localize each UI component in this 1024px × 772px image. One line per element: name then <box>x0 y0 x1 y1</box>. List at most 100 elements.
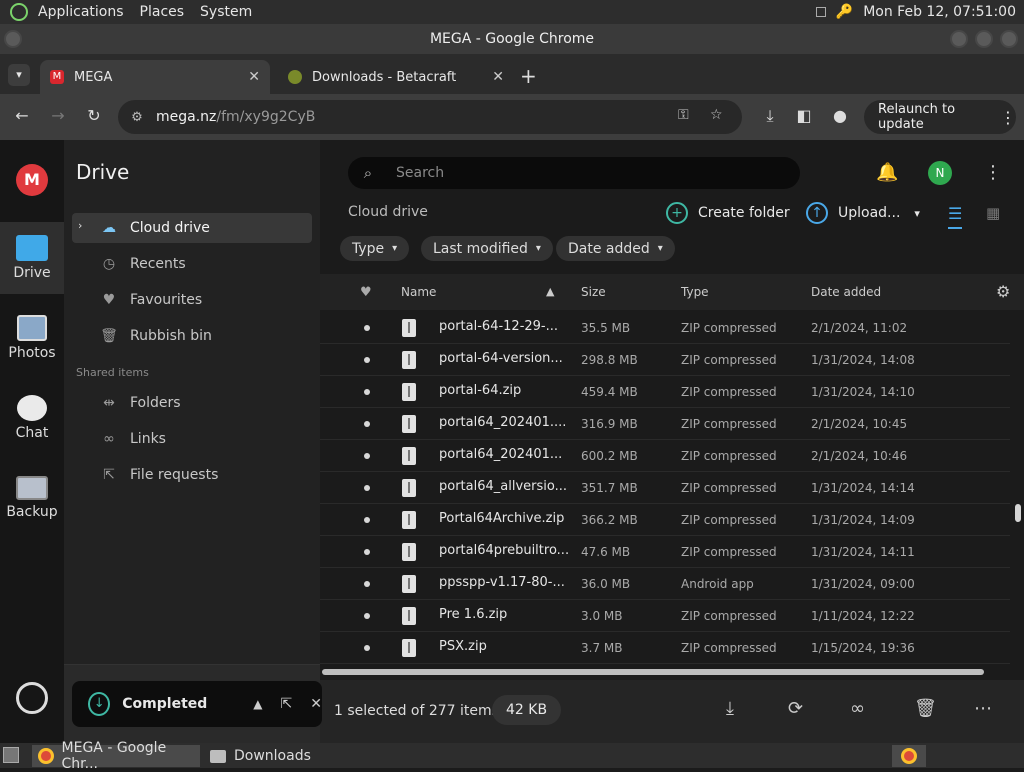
column-size[interactable]: Size <box>581 285 606 299</box>
show-desktop-icon[interactable] <box>3 747 19 763</box>
downloads-icon[interactable]: ⤓ <box>756 106 784 126</box>
favourite-dot-icon[interactable] <box>364 613 370 619</box>
table-row[interactable]: PSX.zip 3.7 MB ZIP compressed 1/15/2024, 19… <box>320 632 1010 664</box>
side-panel-icon[interactable]: ◧ <box>790 106 818 125</box>
places-menu[interactable]: Places <box>140 4 185 20</box>
favourite-dot-icon[interactable] <box>364 421 370 427</box>
workspace-switcher[interactable] <box>892 745 926 767</box>
close-toast-icon[interactable]: ✕ <box>310 696 322 712</box>
taskbar-item-chrome[interactable]: MEGA - Google Chr... <box>32 740 200 772</box>
rail-photos[interactable]: Photos <box>0 302 64 374</box>
workspace-icon[interactable] <box>815 7 826 17</box>
table-row[interactable]: portal64_202401.... 316.9 MB ZIP compresse… <box>320 408 1010 440</box>
favourite-dot-icon[interactable] <box>364 389 370 395</box>
table-row[interactable]: Pre 1.6.zip 3.0 MB ZIP compressed 1/11/2024… <box>320 600 1010 632</box>
favourite-dot-icon[interactable] <box>364 549 370 555</box>
avatar[interactable]: N <box>928 161 952 185</box>
sidebar-item-favourites[interactable]: ♥ Favourites <box>72 285 312 315</box>
favourite-dot-icon[interactable] <box>364 325 370 331</box>
sidebar-item-links[interactable]: ∞ Links <box>72 424 312 454</box>
bell-icon[interactable]: 🔔 <box>876 162 898 183</box>
tab-close-icon[interactable]: ✕ <box>492 69 504 85</box>
share-folder-icon[interactable]: ⟳ <box>788 698 803 719</box>
rail-chat[interactable]: Chat <box>0 382 64 454</box>
site-settings-icon[interactable]: ⚙ <box>118 110 156 125</box>
table-row[interactable]: portal64_allversio... 351.7 MB ZIP compres… <box>320 472 1010 504</box>
applications-menu[interactable]: Applications <box>38 4 124 20</box>
favourite-dot-icon[interactable] <box>364 485 370 491</box>
password-key-icon[interactable]: ⚿ <box>678 107 689 123</box>
system-menu[interactable]: System <box>200 4 252 20</box>
vertical-scrollbar[interactable] <box>1014 312 1021 670</box>
scrollbar-thumb[interactable] <box>1015 504 1021 522</box>
favourite-dot-icon[interactable] <box>364 453 370 459</box>
filter-type[interactable]: Type ▾ <box>340 236 410 261</box>
search-bar[interactable]: ⌕ Search <box>348 157 800 189</box>
reload-icon[interactable]: ↻ <box>80 106 108 125</box>
column-name[interactable]: Name <box>401 285 436 299</box>
horizontal-scrollbar[interactable] <box>322 669 984 675</box>
column-type[interactable]: Type <box>681 285 709 299</box>
upload-button[interactable]: ↑ Upload... ▾ <box>806 202 920 224</box>
favourite-dot-icon[interactable] <box>364 645 370 651</box>
close-window-button[interactable] <box>1000 30 1018 48</box>
more-actions-icon[interactable]: ⋯ <box>974 698 992 719</box>
link-icon[interactable]: ∞ <box>850 698 865 719</box>
favourite-dot-icon[interactable] <box>364 517 370 523</box>
tab-mega[interactable]: M MEGA ✕ <box>40 60 270 94</box>
window-menu-button[interactable] <box>4 30 22 48</box>
favourite-dot-icon[interactable] <box>364 357 370 363</box>
sidebar-item-cloud-drive[interactable]: › ☁ Cloud drive <box>72 213 312 243</box>
table-row[interactable]: portal-64-version... 298.8 MB ZIP compress… <box>320 344 1010 376</box>
breadcrumb[interactable]: Cloud drive <box>348 204 428 220</box>
tab-search-chevron-icon[interactable]: ▾ <box>8 64 30 86</box>
grid-view-icon[interactable]: ▦ <box>986 204 1000 222</box>
mega-logo-icon[interactable]: M <box>16 164 48 196</box>
column-date-added[interactable]: Date added <box>811 285 881 299</box>
chevron-down-icon[interactable]: ▾ <box>914 207 920 220</box>
create-folder-button[interactable]: + Create folder <box>666 202 790 224</box>
favourite-column-heart-icon[interactable]: ♥ <box>360 285 372 300</box>
table-row[interactable]: portal-64.zip 459.4 MB ZIP compressed 1/31/… <box>320 376 1010 408</box>
sidebar-item-folders[interactable]: ⇹ Folders <box>72 388 312 418</box>
key-icon[interactable]: 🔑 <box>836 4 853 20</box>
open-transfers-icon[interactable]: ⇱ <box>281 696 293 712</box>
clock[interactable]: Mon Feb 12, 07:51:00 <box>863 4 1016 20</box>
tab-close-icon[interactable]: ✕ <box>248 69 260 85</box>
back-icon[interactable]: ← <box>8 106 36 125</box>
table-row[interactable]: portal64prebuiltro... 47.6 MB ZIP compress… <box>320 536 1010 568</box>
profile-icon[interactable]: ● <box>826 106 854 125</box>
download-icon[interactable]: ⤓ <box>726 698 734 719</box>
taskbar-item-downloads[interactable]: Downloads <box>204 745 364 767</box>
chevron-up-icon[interactable]: ▲ <box>253 697 262 711</box>
search-input[interactable]: Search <box>396 165 444 181</box>
more-options-icon[interactable]: ⋮ <box>984 162 1002 183</box>
table-row[interactable]: ppsspp-v1.17-80-... 36.0 MB Android app 1/3… <box>320 568 1010 600</box>
filter-last-modified[interactable]: Last modified ▾ <box>421 236 553 261</box>
transfer-manager-icon[interactable] <box>16 682 48 714</box>
new-tab-button[interactable]: + <box>520 64 537 88</box>
table-row[interactable]: Portal64Archive.zip 366.2 MB ZIP compresse… <box>320 504 1010 536</box>
favourite-dot-icon[interactable] <box>364 581 370 587</box>
browser-menu-icon[interactable]: ⋮ <box>1000 108 1016 127</box>
table-row[interactable]: portal-64-12-29-... 35.5 MB ZIP compressed… <box>320 312 1010 344</box>
forward-icon[interactable]: → <box>44 106 72 125</box>
minimize-button[interactable] <box>950 30 968 48</box>
sort-ascending-icon[interactable]: ▲ <box>546 285 554 298</box>
rail-drive[interactable]: Drive <box>0 222 64 294</box>
column-settings-gear-icon[interactable]: ⚙ <box>996 282 1010 301</box>
address-bar[interactable]: ⚙ mega.nz/fm/xy9g2CyB ⚿ ☆ <box>118 100 742 134</box>
rail-backup[interactable]: Backup <box>0 462 64 534</box>
distro-logo-icon[interactable] <box>10 3 28 21</box>
list-view-icon[interactable]: ☰ <box>948 204 963 229</box>
bookmark-star-icon[interactable]: ☆ <box>710 107 723 123</box>
sidebar-item-file-requests[interactable]: ⇱ File requests <box>72 460 312 490</box>
filter-date-added[interactable]: Date added ▾ <box>556 236 675 261</box>
relaunch-to-update-button[interactable]: Relaunch to update ⋮ <box>864 100 1016 134</box>
trash-icon[interactable]: 🗑 <box>914 698 937 719</box>
sidebar-item-rubbish-bin[interactable]: 🗑 Rubbish bin <box>72 321 312 351</box>
chevron-right-icon[interactable]: › <box>78 219 82 232</box>
tab-downloads-betacraft[interactable]: Downloads - Betacraft ✕ <box>278 60 514 94</box>
table-row[interactable]: portal64_202401... 600.2 MB ZIP compressed… <box>320 440 1010 472</box>
sidebar-item-recents[interactable]: ◷ Recents <box>72 249 312 279</box>
